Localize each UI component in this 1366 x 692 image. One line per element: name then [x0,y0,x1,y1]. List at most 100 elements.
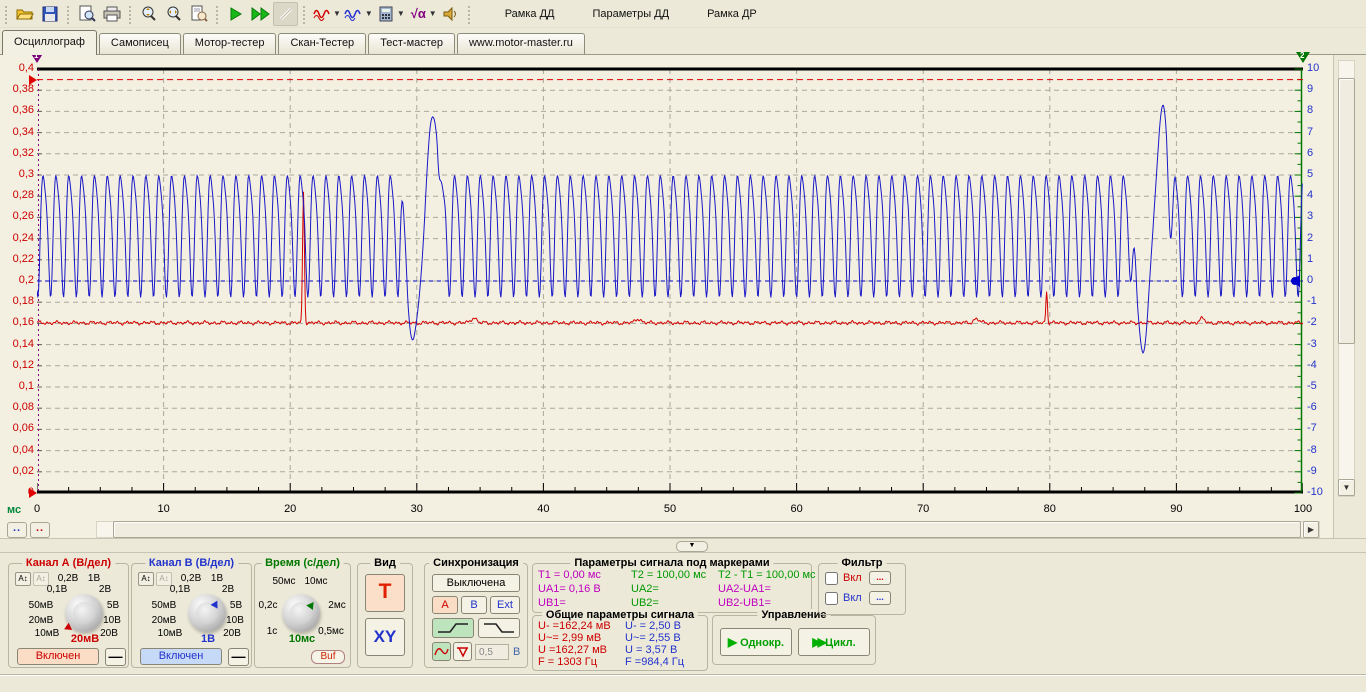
channel-a-invert-button[interactable]: — [105,648,126,666]
marker-2-handle[interactable]: 2 [1296,52,1310,63]
menu-ramka-dd[interactable]: Рамка ДД [497,4,563,24]
tab-samopisec[interactable]: Самописец [99,33,181,54]
sync-source-ext-button[interactable]: Ext [490,596,520,614]
tab-website[interactable]: www.motor-master.ru [457,33,585,54]
toolbar-grip[interactable] [3,4,9,24]
sync-edge-falling-button[interactable] [478,618,520,638]
trigger-level-marker[interactable] [29,75,37,85]
single-run-button[interactable]: ▶Однокр. [720,628,792,656]
horizontal-scrollbar-thumb[interactable] [113,521,1301,538]
right-axis-tick-label: -6 [1307,401,1317,413]
waveform-canvas[interactable] [37,63,1303,499]
sync-level-mode1-button[interactable] [432,642,451,661]
falling-edge-icon [482,621,516,635]
menu-ramka-dr[interactable]: Рамка ДР [699,4,765,24]
hscroll-right-button[interactable]: ▶ [1303,521,1319,538]
channel-b-autoscale-icon[interactable]: А↕ [138,572,154,586]
cha-freq: F = 1303 Гц [538,656,597,668]
knob-label: 0,2В [181,573,202,584]
tab-test-master[interactable]: Тест-мастер [368,33,455,54]
channel-b-title: Канал В (В/дел) [145,557,238,569]
left-axis-tick-label: 0,16 [1,316,34,328]
vertical-scrollbar-thumb[interactable] [1338,78,1355,344]
channel-a-autoscale-icon[interactable]: А↕ [15,572,31,586]
channel-b-panel: Канал В (В/дел) А↕ А↕ 0,2В 1В 0,1В 2В 50… [131,563,252,668]
channel-a-power-button[interactable]: Включен [17,648,99,665]
channel-a-zero-marker[interactable] [29,488,37,498]
channel-b-zero-marker[interactable] [1290,275,1300,287]
right-axis-tick-label: -10 [1307,486,1323,498]
channel-b-power-button[interactable]: Включен [140,648,222,665]
page-preview-icon[interactable] [186,2,211,26]
marker2-goto-button[interactable]: .. [30,522,50,538]
oscilloscope-plot[interactable]: 0,40,380,360,340,320,30,280,260,240,220,… [0,55,1334,552]
knob-label: 10В [226,615,244,626]
print-preview-icon[interactable] [74,2,99,26]
time-scale-knob[interactable] [282,594,320,632]
tab-scan-tester[interactable]: Скан-Тестер [278,33,366,54]
right-axis-tick-label: -4 [1307,359,1317,371]
calculator-dropdown-icon[interactable]: ▼ [397,9,405,18]
sync-level-mode2-button[interactable] [453,642,472,661]
filter-a-checkbox[interactable] [825,572,838,585]
print-icon[interactable] [99,2,124,26]
vscroll-down-button[interactable]: ▼ [1338,479,1355,496]
signal-b-icon[interactable] [342,2,367,26]
tab-oscillograph[interactable]: Осциллограф [2,30,97,55]
channel-b-invert-button[interactable]: — [228,648,249,666]
sync-off-button[interactable]: Выключена [432,574,520,592]
right-axis-tick-label: 0 [1307,274,1313,286]
knob-label: 0,2с [259,600,278,611]
save-icon[interactable] [37,2,62,26]
sync-source-b-button[interactable]: В [461,596,487,614]
collapse-panel-button[interactable]: ▼ [676,541,708,552]
signal-a-icon[interactable] [310,2,335,26]
toolbar: ▼ ▼ ▼ √α ▼ Рамка ДД Параметры ДД Рамка Д… [0,0,1366,28]
calculator-icon[interactable] [374,2,399,26]
tab-motor-tester[interactable]: Мотор-тестер [183,33,277,54]
marker1-goto-button[interactable]: .. [7,522,27,538]
sound-icon[interactable] [438,2,463,26]
zoom-horizontal-icon[interactable] [161,2,186,26]
filter-b-checkbox[interactable] [825,592,838,605]
sync-source-a-button[interactable]: А [432,596,458,614]
math-dropdown-icon[interactable]: ▼ [429,9,437,18]
filter-a-more-button[interactable]: ... [869,571,891,585]
signal-b-dropdown-icon[interactable]: ▼ [365,9,373,18]
chb-u: U = 3,57 В [625,644,677,656]
start-icon[interactable] [223,2,248,26]
right-axis-tick-label: 8 [1307,104,1313,116]
x-axis-tick-label: 20 [275,503,305,515]
rising-edge-icon [436,621,470,635]
open-icon[interactable] [12,2,37,26]
knob-label: 20В [223,628,241,639]
knob-label: 2мс [328,600,345,611]
cycle-run-button[interactable]: ▶▶ Цикл. [798,628,870,656]
x-axis-tick-label: 90 [1161,503,1191,515]
splitter[interactable]: ▼ [0,538,1366,553]
sync-edge-rising-button[interactable] [432,618,474,638]
right-axis-tick-label: -5 [1307,380,1317,392]
signal-a-dropdown-icon[interactable]: ▼ [333,9,341,18]
filter-title: Фильтр [837,557,886,569]
knob-label: 20мВ [152,615,177,626]
knob-label: 1В [88,573,100,584]
filter-a-label: Вкл [843,572,862,584]
left-axis-tick-label: 0,04 [1,444,34,456]
menu-parametry-dd[interactable]: Параметры ДД [584,4,677,24]
sync-level-input[interactable] [475,644,509,660]
view-t-button[interactable]: T [365,574,405,612]
zoom-vertical-icon[interactable] [136,2,161,26]
view-xy-button[interactable]: XY [365,618,405,656]
channel-a-scale-knob[interactable] [65,594,103,632]
ua2-value: UА2= [631,583,659,595]
channel-b-scale-knob[interactable] [188,594,226,632]
control-panel: Канал А (В/дел) А↕ А↕ 0,2В 1В 0,1В 2В 50… [0,553,1366,672]
start-cycle-icon[interactable] [248,2,273,26]
left-axis-tick-label: 0,24 [1,232,34,244]
knob-label: 10мВ [158,628,183,639]
filter-b-more-button[interactable]: ... [869,591,891,605]
math-sqrt-icon[interactable]: √α [406,2,431,26]
buffer-button[interactable]: Buf [311,650,345,664]
ub1-value: UВ1= [538,597,566,609]
